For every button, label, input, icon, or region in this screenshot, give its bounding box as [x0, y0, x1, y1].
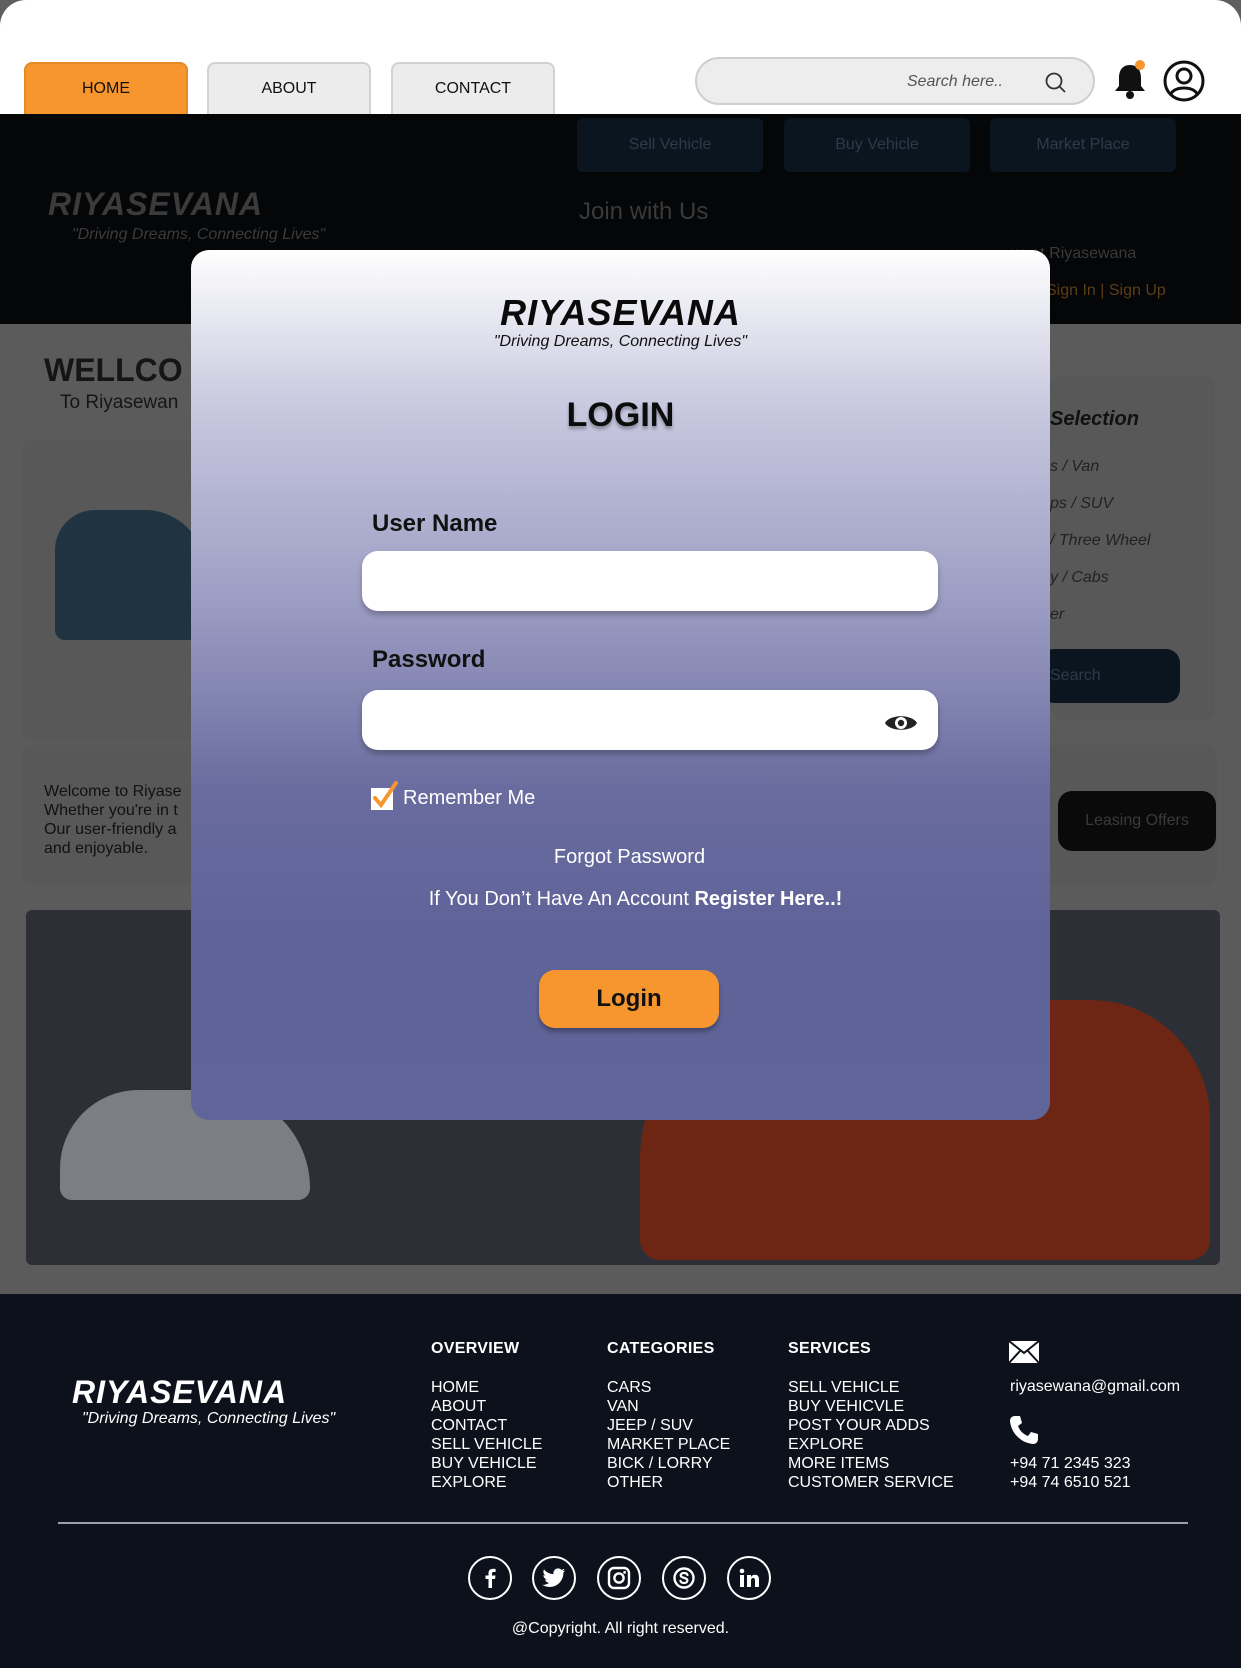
- notification-bell-icon[interactable]: [1112, 60, 1148, 100]
- footer-link[interactable]: BICK / LORRY: [607, 1454, 730, 1473]
- join-heading: Join with Us: [579, 198, 709, 225]
- login-title: LOGIN: [566, 396, 675, 434]
- phone-number[interactable]: +94 71 2345 323: [1010, 1454, 1131, 1473]
- footer-col-title: CATEGORIES: [607, 1340, 715, 1357]
- footer-link[interactable]: HOME: [431, 1378, 542, 1397]
- selection-item[interactable]: s / Van: [1050, 458, 1099, 476]
- instagram-icon[interactable]: [597, 1556, 641, 1600]
- footer-col-title: SERVICES: [788, 1340, 872, 1357]
- car-image: [55, 510, 205, 640]
- footer-link[interactable]: CARS: [607, 1378, 730, 1397]
- register-prompt: If You Don’t Have An Account Register He…: [191, 888, 1050, 911]
- market-place-button[interactable]: Market Place: [990, 118, 1176, 172]
- footer-link[interactable]: BUY VEHICLE: [431, 1454, 542, 1473]
- footer-link[interactable]: OTHER: [607, 1473, 730, 1492]
- footer-email[interactable]: riyasewana@gmail.com: [1010, 1378, 1180, 1396]
- footer-link[interactable]: EXPLORE: [431, 1473, 542, 1492]
- footer-link[interactable]: VAN: [607, 1397, 730, 1416]
- selection-search-button[interactable]: Search: [1040, 649, 1180, 703]
- register-link[interactable]: Register Here..!: [694, 888, 842, 910]
- footer-link[interactable]: MORE ITEMS: [788, 1454, 954, 1473]
- password-label: Password: [372, 646, 486, 673]
- search-placeholder: Search here..: [906, 73, 1003, 90]
- sign-up-link[interactable]: Sign Up: [1109, 282, 1166, 299]
- tab-contact[interactable]: CONTACT: [391, 62, 555, 114]
- mail-icon: [1008, 1340, 1040, 1364]
- hero-tagline: "Driving Dreams, Connecting Lives": [72, 226, 326, 243]
- footer-logo: RIYASEVANA: [72, 1374, 288, 1410]
- login-modal: RIYASEVANA "Driving Dreams, Connecting L…: [191, 250, 1050, 1120]
- footer-link[interactable]: MARKET PLACE: [607, 1435, 730, 1454]
- welcome-heading: WELLCO: [44, 352, 183, 388]
- footer-col-categories: CATEGORIES CARS VAN JEEP / SUV MARKET PL…: [607, 1340, 730, 1492]
- check-icon: [373, 780, 398, 808]
- selection-item[interactable]: ps / SUV: [1050, 495, 1113, 513]
- footer-col-overview: OVERVIEW HOME ABOUT CONTACT SELL VEHICLE…: [431, 1340, 542, 1492]
- hero-logo: RIYASEVANA: [48, 186, 264, 222]
- remember-me-checkbox[interactable]: [371, 780, 398, 810]
- skype-icon[interactable]: [662, 1556, 706, 1600]
- footer-link[interactable]: SELL VEHICLE: [431, 1435, 542, 1454]
- sign-in-link[interactable]: Sign In: [1046, 282, 1096, 299]
- leasing-offers-button[interactable]: Leasing Offers: [1058, 791, 1216, 851]
- modal-logo: RIYASEVANA: [500, 292, 741, 333]
- footer-link[interactable]: CUSTOMER SERVICE: [788, 1473, 954, 1492]
- username-label: User Name: [372, 510, 498, 537]
- footer-link[interactable]: SELL VEHICLE: [788, 1378, 954, 1397]
- footer-phones: +94 71 2345 323 +94 74 6510 521: [1010, 1454, 1131, 1492]
- copyright-text: @Copyright. All right reserved.: [511, 1620, 730, 1637]
- phone-icon: [1010, 1416, 1038, 1444]
- footer-link[interactable]: ABOUT: [431, 1397, 542, 1416]
- twitter-icon[interactable]: [532, 1556, 576, 1600]
- show-password-eye-icon[interactable]: [883, 710, 919, 736]
- facebook-icon[interactable]: [468, 1556, 512, 1600]
- login-button[interactable]: Login: [539, 970, 719, 1028]
- footer-link[interactable]: BUY VEHICVLE: [788, 1397, 954, 1416]
- password-field[interactable]: [362, 690, 938, 750]
- intro-text: Welcome to Riyase Whether you're in t Ou…: [44, 783, 182, 857]
- user-profile-icon[interactable]: [1163, 60, 1205, 102]
- remember-me[interactable]: Remember Me: [371, 780, 536, 810]
- sign-links: Sign In | Sign Up: [1046, 282, 1166, 299]
- username-field[interactable]: [362, 551, 938, 611]
- footer-col-title: OVERVIEW: [431, 1340, 520, 1357]
- footer-divider: [58, 1522, 1188, 1524]
- footer-link[interactable]: JEEP / SUV: [607, 1416, 730, 1435]
- search-bar[interactable]: Search here..: [695, 57, 1095, 105]
- footer-col-services: SERVICES SELL VEHICLE BUY VEHICVLE POST …: [788, 1340, 954, 1492]
- selection-item[interactable]: y / Cabs: [1050, 569, 1109, 587]
- remember-me-label: Remember Me: [403, 787, 536, 809]
- forgot-password-link[interactable]: Forgot Password: [191, 846, 1050, 869]
- phone-number[interactable]: +94 74 6510 521: [1010, 1473, 1131, 1492]
- register-prefix: If You Don’t Have An Account: [428, 888, 689, 910]
- selection-item[interactable]: / Three Wheel: [1050, 532, 1150, 550]
- selection-title: Selection: [1050, 408, 1139, 430]
- buy-vehicle-button[interactable]: Buy Vehicle: [784, 118, 970, 172]
- tab-about[interactable]: ABOUT: [207, 62, 371, 114]
- modal-tagline: "Driving Dreams, Connecting Lives": [493, 333, 748, 350]
- footer-link[interactable]: EXPLORE: [788, 1435, 954, 1454]
- welcome-subheading: To Riyasewan: [60, 392, 179, 413]
- tab-home[interactable]: HOME: [24, 62, 188, 114]
- linkedin-icon[interactable]: [727, 1556, 771, 1600]
- sell-vehicle-button[interactable]: Sell Vehicle: [577, 118, 763, 172]
- selection-item[interactable]: er: [1050, 606, 1064, 624]
- footer-link[interactable]: CONTACT: [431, 1416, 542, 1435]
- footer-link[interactable]: POST YOUR ADDS: [788, 1416, 954, 1435]
- footer-tagline: "Driving Dreams, Connecting Lives": [82, 1410, 336, 1427]
- search-icon[interactable]: [1045, 72, 1067, 94]
